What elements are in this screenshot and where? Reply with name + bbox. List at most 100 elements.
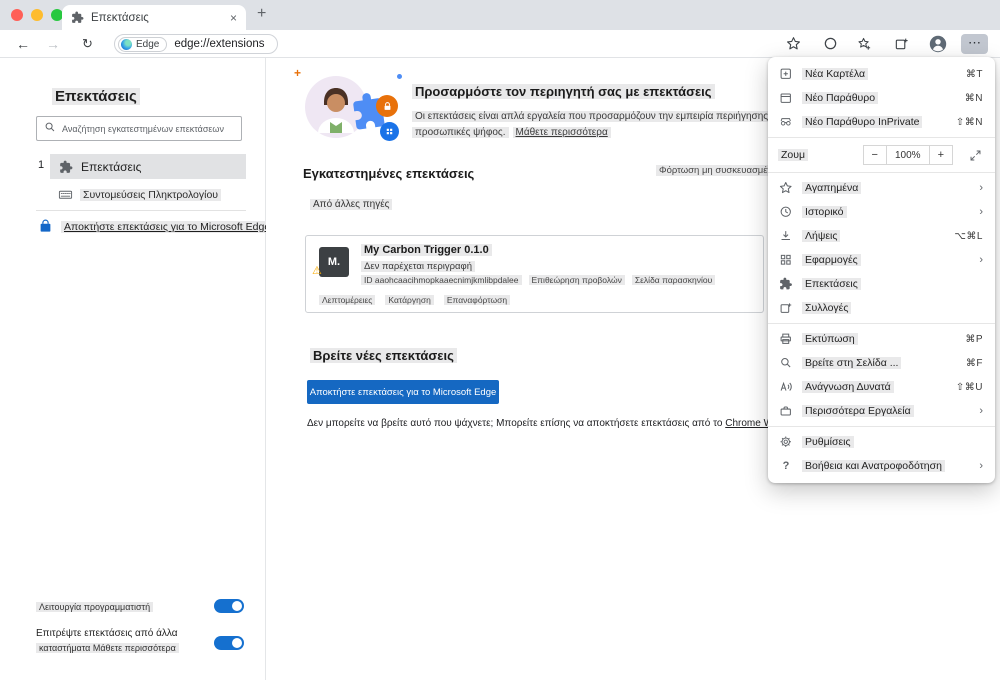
magnifier-icon bbox=[778, 356, 794, 370]
new-tab-button[interactable]: + bbox=[257, 5, 266, 23]
chevron-right-icon: › bbox=[979, 460, 983, 472]
inspect-views-link[interactable]: Επιθεώρηση προβολών bbox=[528, 275, 625, 285]
settings-and-more-button[interactable]: ⋯ bbox=[961, 34, 988, 54]
menu-item-favorites[interactable]: Αγαπημένα › bbox=[768, 176, 995, 200]
menu-item-settings[interactable]: Ρυθμίσεις bbox=[768, 430, 995, 454]
clock-icon bbox=[778, 205, 794, 219]
sidebar-item-extensions[interactable]: Επεκτάσεις bbox=[50, 154, 246, 179]
fullscreen-icon[interactable] bbox=[967, 149, 983, 162]
menu-item-label: Περισσότερα Εργαλεία bbox=[802, 405, 914, 417]
search-icon bbox=[44, 120, 56, 138]
menu-item-apps[interactable]: Εφαρμογές › bbox=[768, 248, 995, 272]
sidebar-item-keyboard-shortcuts[interactable]: Συντομεύσεις Πληκτρολογίου bbox=[58, 187, 222, 202]
menu-item-label: Νέο Παράθυρο InPrivate bbox=[802, 116, 923, 128]
download-icon bbox=[778, 229, 794, 243]
menu-item-label: Αγαπημένα bbox=[802, 182, 862, 194]
menu-item-more-tools[interactable]: Περισσότερα Εργαλεία › bbox=[768, 399, 995, 423]
help-icon: ? bbox=[782, 460, 790, 472]
details-link[interactable]: Λεπτομέρειες bbox=[319, 295, 376, 305]
menu-item-new-window[interactable]: Νέο Παράθυρο ⌘N bbox=[768, 86, 995, 110]
menu-item-label: Νέο Παράθυρο bbox=[802, 92, 879, 104]
menu-item-new-inprivate-window[interactable]: Νέο Παράθυρο InPrivate ⇧⌘N bbox=[768, 110, 995, 134]
footer-text: Δεν μπορείτε να βρείτε αυτό που ψάχνετε;… bbox=[307, 418, 726, 429]
allow-other-stores-toggle[interactable] bbox=[214, 636, 244, 650]
zoom-control: − 100% + bbox=[862, 145, 953, 165]
address-bar[interactable]: Edge edge://extensions bbox=[114, 34, 278, 54]
refresh-icon[interactable]: ↻ bbox=[82, 30, 93, 58]
collections-icon[interactable] bbox=[894, 36, 910, 52]
zoom-in-button[interactable]: + bbox=[928, 146, 952, 164]
add-favorite-star-icon[interactable] bbox=[786, 36, 802, 52]
menu-item-read-aloud[interactable]: Ανάγνωση Δυνατά ⇧⌘U bbox=[768, 375, 995, 399]
menu-item-shortcut: ⌘N bbox=[964, 92, 983, 104]
learn-more-link[interactable]: Μάθετε περισσότερα bbox=[512, 127, 611, 138]
menu-item-shortcut: ⇧⌘N bbox=[955, 116, 983, 128]
get-extensions-button[interactable]: Αποκτήστε επεκτάσεις για το Microsoft Ed… bbox=[307, 380, 499, 404]
menu-item-history[interactable]: Ιστορικό › bbox=[768, 200, 995, 224]
menu-item-shortcut: ⌘P bbox=[965, 333, 983, 345]
read-aloud-icon bbox=[778, 380, 794, 394]
edge-site-badge[interactable]: Edge bbox=[118, 36, 168, 52]
menu-item-collections[interactable]: Συλλογές bbox=[768, 296, 995, 320]
menu-separator bbox=[768, 323, 995, 324]
menu-item-extensions[interactable]: Επεκτάσεις bbox=[768, 272, 995, 296]
close-tab-icon[interactable]: × bbox=[230, 11, 237, 25]
warning-icon: ⚠ bbox=[312, 265, 322, 277]
menu-item-label: Επεκτάσεις bbox=[802, 278, 861, 290]
search-box[interactable] bbox=[36, 116, 242, 141]
chevron-right-icon: › bbox=[979, 206, 983, 218]
menu-item-shortcut: ⇧⌘U bbox=[955, 381, 983, 393]
menu-item-downloads[interactable]: Λήψεις ⌥⌘L bbox=[768, 224, 995, 248]
get-extensions-link[interactable]: Αποκτήστε επεκτάσεις για το Microsoft Ed… bbox=[38, 219, 274, 234]
profile-avatar[interactable] bbox=[929, 35, 947, 53]
menu-item-new-tab[interactable]: Νέα Καρτέλα ⌘T bbox=[768, 62, 995, 86]
menu-item-label: Εφαρμογές bbox=[802, 254, 861, 266]
count-badge: 1 bbox=[38, 159, 45, 171]
menu-item-find-on-page[interactable]: Βρείτε στη Σελίδα ... ⌘F bbox=[768, 351, 995, 375]
chevron-right-icon: › bbox=[979, 405, 983, 417]
toolbox-icon bbox=[778, 404, 794, 418]
collections-icon bbox=[778, 301, 794, 315]
browser-tab[interactable]: Επεκτάσεις × bbox=[62, 5, 246, 30]
menu-item-label: Συλλογές bbox=[802, 302, 852, 314]
extension-icon: M. bbox=[319, 247, 349, 277]
printer-icon bbox=[778, 332, 794, 346]
close-window-button[interactable] bbox=[11, 9, 23, 21]
allow-other-stores-sublabel: καταστήματα Μάθετε περισσότερα bbox=[36, 643, 179, 653]
reload-link[interactable]: Επαναφόρτωση bbox=[443, 295, 511, 305]
allow-other-stores-label: Επιτρέψτε επεκτάσεις από άλλα bbox=[36, 628, 178, 639]
hero-spark-decoration: + bbox=[294, 66, 302, 80]
extension-card: M. ⚠ My Carbon Trigger 0.1.0 Δεν παρέχετ… bbox=[305, 235, 764, 313]
zoom-out-button[interactable]: − bbox=[864, 146, 886, 164]
search-input[interactable] bbox=[62, 123, 234, 134]
sidebar-item-label: Επεκτάσεις bbox=[81, 159, 142, 174]
extension-id: ID aaohcaacihmopkaaecnimjkmlibpdalee bbox=[361, 275, 522, 285]
favorites-icon[interactable] bbox=[857, 36, 873, 52]
url-text: edge://extensions bbox=[174, 38, 265, 50]
background-page-link[interactable]: Σελίδα παρασκηνίου bbox=[631, 275, 716, 285]
minimize-window-button[interactable] bbox=[31, 9, 43, 21]
edge-badge-label: Edge bbox=[136, 38, 160, 50]
new-tab-icon bbox=[778, 67, 794, 81]
extensions-sidebar: Επεκτάσεις 1 Επεκτάσεις Συντομεύσεις Πλη… bbox=[0, 58, 274, 680]
hero-description-line1: Οι επεκτάσεις είναι απλά εργαλεία που πρ… bbox=[412, 111, 794, 122]
forward-icon[interactable]: → bbox=[46, 30, 60, 58]
installed-extensions-heading: Εγκατεστημένες επεκτάσεις bbox=[303, 166, 475, 181]
sidebar-item-label: Συντομεύσεις Πληκτρολογίου bbox=[80, 188, 222, 201]
developer-mode-toggle[interactable] bbox=[214, 599, 244, 613]
developer-mode-label: Λειτουργία προγραμματιστή bbox=[36, 602, 154, 612]
back-icon[interactable]: ← bbox=[16, 30, 30, 58]
titlebar: Επεκτάσεις × + bbox=[0, 0, 1000, 30]
menu-separator bbox=[768, 172, 995, 173]
menu-item-label: Εκτύπωση bbox=[802, 333, 858, 345]
puzzle-icon bbox=[778, 277, 794, 291]
menu-item-print[interactable]: Εκτύπωση ⌘P bbox=[768, 327, 995, 351]
menu-separator bbox=[768, 426, 995, 427]
get-extensions-label: Αποκτήστε επεκτάσεις για το Microsoft Ed… bbox=[61, 220, 274, 233]
menu-separator bbox=[768, 137, 995, 138]
hero-grid-icon bbox=[380, 122, 399, 141]
remove-link[interactable]: Κατάργηση bbox=[385, 295, 434, 305]
browser-essentials-icon[interactable] bbox=[823, 36, 839, 52]
menu-item-help-and-feedback[interactable]: ? Βοήθεια και Ανατροφοδότηση › bbox=[768, 454, 995, 478]
menu-item-label: Ιστορικό bbox=[802, 206, 847, 218]
